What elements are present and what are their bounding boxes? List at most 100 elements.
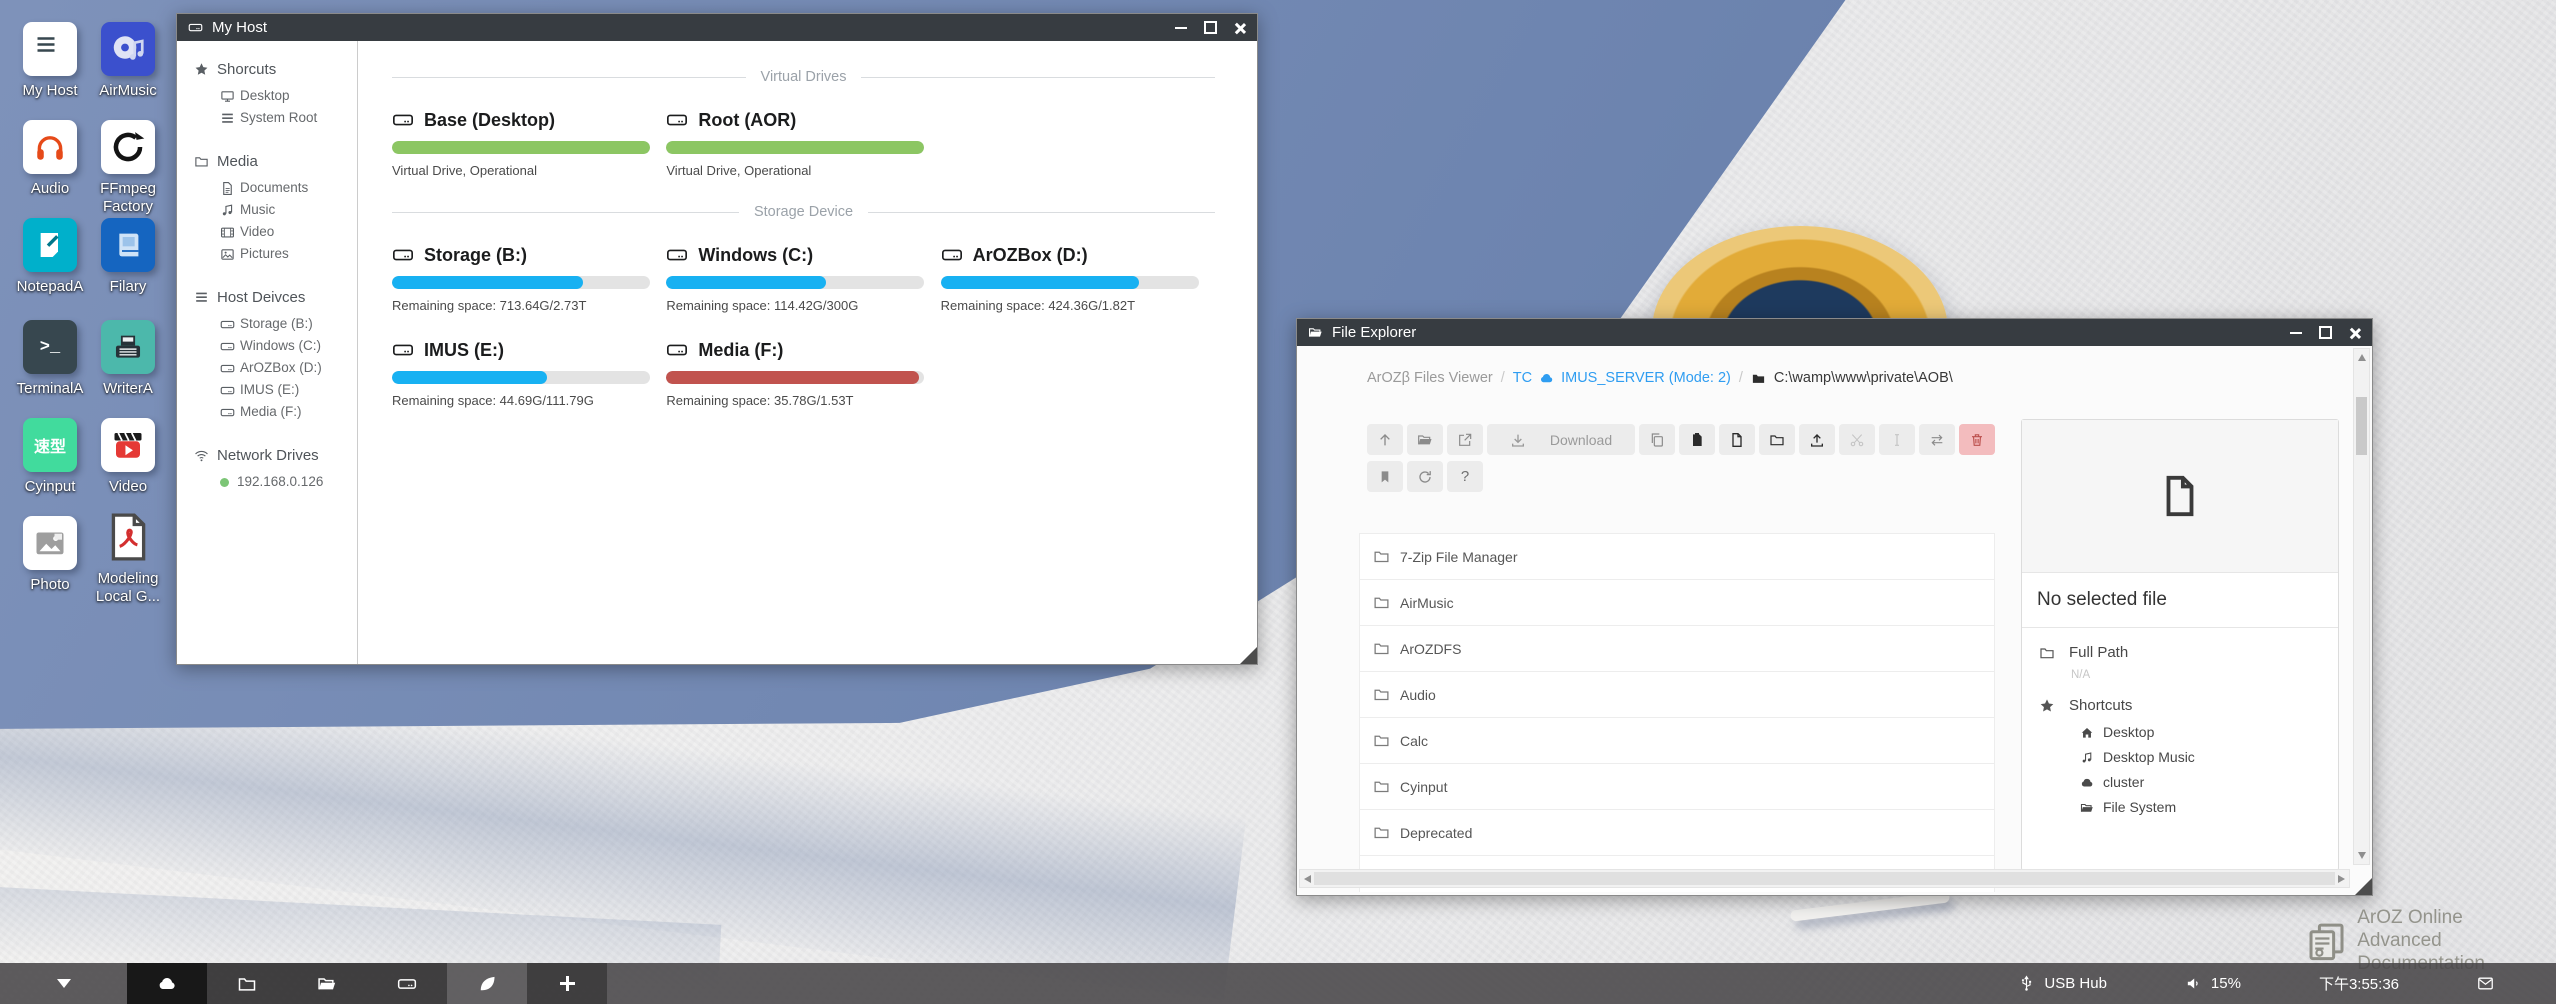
drive-caption: Remaining space: 424.36G/1.82T xyxy=(941,298,1215,313)
desktop-icon-modeling-doc[interactable]: Modeling Local G... xyxy=(78,510,178,606)
sidebar-section-host-devices[interactable]: Host Deivces xyxy=(194,289,357,306)
notifications-button[interactable] xyxy=(2477,975,2494,992)
file-row-airmusic[interactable]: AirMusic xyxy=(1360,580,1994,626)
taskbar-item-folder[interactable] xyxy=(207,963,287,1004)
new-file-button[interactable] xyxy=(1719,424,1755,455)
bookmark-button[interactable] xyxy=(1367,461,1403,492)
file-row-deprecated[interactable]: Deprecated xyxy=(1360,810,1994,856)
open-button[interactable] xyxy=(1407,424,1443,455)
sidebar-item-video[interactable]: Video xyxy=(220,221,357,243)
new-folder-button[interactable] xyxy=(1759,424,1795,455)
delete-button[interactable] xyxy=(1959,424,1995,455)
cyinput-glyph: 速型 xyxy=(34,433,66,457)
sidebar-item-arozbox-d[interactable]: ArOZBox (D:) xyxy=(220,357,357,379)
taskbar-item-my-host[interactable] xyxy=(367,963,447,1004)
vertical-scrollbar[interactable] xyxy=(2353,348,2370,865)
drive-card-base[interactable]: Base (Desktop) Virtual Drive, Operationa… xyxy=(392,109,666,178)
drive-card-root[interactable]: Root (AOR) Virtual Drive, Operational xyxy=(666,109,940,178)
sidebar-item-documents[interactable]: Documents xyxy=(220,177,357,199)
paste-button[interactable] xyxy=(1679,424,1715,455)
desktop-icon-ffmpeg-factory[interactable]: FFmpeg Factory xyxy=(78,120,178,216)
drive-caption: Remaining space: 713.64G/2.73T xyxy=(392,298,666,313)
desktop-icon-writera[interactable]: WriterA xyxy=(78,320,178,398)
file-row-cyinput[interactable]: Cyinput xyxy=(1360,764,1994,810)
desktop-icon-video[interactable]: Video xyxy=(78,418,178,496)
sidebar-item-storage-b[interactable]: Storage (B:) xyxy=(220,313,357,335)
sidebar-item-music[interactable]: Music xyxy=(220,199,357,221)
home-icon xyxy=(2080,726,2094,740)
copy-button[interactable] xyxy=(1639,424,1675,455)
taskbar-item-cloud[interactable] xyxy=(127,963,207,1004)
file-row-7zip[interactable]: 7-Zip File Manager xyxy=(1360,534,1994,580)
drive-card-imus-e[interactable]: IMUS (E:) Remaining space: 44.69G/111.79… xyxy=(392,339,666,408)
taskbar-item-add[interactable] xyxy=(527,963,607,1004)
open-in-new-window-button[interactable] xyxy=(1447,424,1483,455)
shortcut-file-system[interactable]: File System xyxy=(2080,795,2338,820)
cut-button[interactable] xyxy=(1839,424,1875,455)
close-icon[interactable] xyxy=(2349,327,2361,339)
maximize-icon[interactable] xyxy=(1204,21,1217,34)
desktop-icon-filary[interactable]: Filary xyxy=(78,218,178,296)
breadcrumb-root[interactable]: ArOZβ Files Viewer xyxy=(1367,370,1493,386)
minimize-icon[interactable] xyxy=(2290,332,2302,334)
file-row-audio[interactable]: Audio xyxy=(1360,672,1994,718)
drive-icon xyxy=(392,339,414,361)
go-up-button[interactable] xyxy=(1367,424,1403,455)
download-icon xyxy=(1510,432,1526,448)
sidebar-item-desktop[interactable]: Desktop xyxy=(220,85,357,107)
resize-handle[interactable] xyxy=(1240,647,1257,664)
file-row-arozdfs[interactable]: ArOZDFS xyxy=(1360,626,1994,672)
desktop-icon-airmusic[interactable]: AirMusic xyxy=(78,22,178,100)
shortcut-cluster[interactable]: cluster xyxy=(2080,770,2338,795)
sidebar-item-windows-c[interactable]: Windows (C:) xyxy=(220,335,357,357)
volume-status[interactable]: 15% xyxy=(2185,975,2241,992)
shortcut-label: Desktop xyxy=(2103,720,2154,745)
shortcut-desktop-music[interactable]: Desktop Music xyxy=(2080,745,2338,770)
drive-card-windows-c[interactable]: Windows (C:) Remaining space: 114.42G/30… xyxy=(666,244,940,313)
breadcrumb-path[interactable]: C:\wamp\www\private\AOB\ xyxy=(1751,370,1953,386)
usb-hub-status[interactable]: USB Hub xyxy=(2018,975,2107,992)
taskbar-collapse-button[interactable] xyxy=(0,963,127,1004)
drive-usage-bar xyxy=(666,141,924,154)
drive-card-storage-b[interactable]: Storage (B:) Remaining space: 713.64G/2.… xyxy=(392,244,666,313)
horizontal-scrollbar[interactable] xyxy=(1299,869,2350,888)
folder-icon xyxy=(1373,778,1390,795)
sidebar-section-media[interactable]: Media xyxy=(194,153,357,170)
sidebar-section-network-drives[interactable]: Network Drives xyxy=(194,447,357,464)
drive-card-media-f[interactable]: Media (F:) Remaining space: 35.78G/1.53T xyxy=(666,339,940,408)
resize-handle[interactable] xyxy=(2355,878,2372,895)
my-host-titlebar[interactable]: My Host xyxy=(177,14,1257,41)
file-row-calc[interactable]: Calc xyxy=(1360,718,1994,764)
minimize-icon[interactable] xyxy=(1175,27,1187,29)
sidebar-item-imus-e[interactable]: IMUS (E:) xyxy=(220,379,357,401)
scrollbar-thumb[interactable] xyxy=(1314,872,2335,885)
clock[interactable]: 下午3:55:36 xyxy=(2319,973,2399,994)
refresh-button[interactable] xyxy=(1407,461,1443,492)
sidebar-item-label: Video xyxy=(240,221,274,243)
scrollbar-thumb[interactable] xyxy=(2356,397,2367,455)
close-icon[interactable] xyxy=(1234,22,1246,34)
sidebar-item-system-root[interactable]: System Root xyxy=(220,107,357,129)
sidebar-section-shortcuts[interactable]: Shorcuts xyxy=(194,61,357,78)
sidebar-item-media-f[interactable]: Media (F:) xyxy=(220,401,357,423)
taskbar-item-file-explorer[interactable] xyxy=(287,963,367,1004)
move-button[interactable] xyxy=(1919,424,1955,455)
sidebar-item-network-host[interactable]: 192.168.0.126 xyxy=(220,471,357,493)
maximize-icon[interactable] xyxy=(2319,326,2332,339)
question-icon: ? xyxy=(1461,468,1469,485)
scroll-up-icon[interactable] xyxy=(2358,354,2366,361)
drive-card-arozbox-d[interactable]: ArOZBox (D:) Remaining space: 424.36G/1.… xyxy=(941,244,1215,313)
help-button[interactable]: ? xyxy=(1447,461,1483,492)
download-button[interactable]: Download xyxy=(1487,424,1635,455)
file-explorer-titlebar[interactable]: File Explorer xyxy=(1297,319,2372,346)
scroll-left-icon[interactable] xyxy=(1304,875,1311,883)
sidebar-item-pictures[interactable]: Pictures xyxy=(220,243,357,265)
breadcrumb-host[interactable]: TC IMUS_SERVER (Mode: 2) xyxy=(1513,370,1731,386)
taskbar-item-leaf[interactable] xyxy=(447,963,527,1004)
shortcut-desktop[interactable]: Desktop xyxy=(2080,720,2338,745)
scroll-right-icon[interactable] xyxy=(2338,875,2345,883)
scroll-down-icon[interactable] xyxy=(2358,852,2366,859)
rename-button[interactable] xyxy=(1879,424,1915,455)
drive-icon xyxy=(220,383,235,398)
upload-button[interactable] xyxy=(1799,424,1835,455)
